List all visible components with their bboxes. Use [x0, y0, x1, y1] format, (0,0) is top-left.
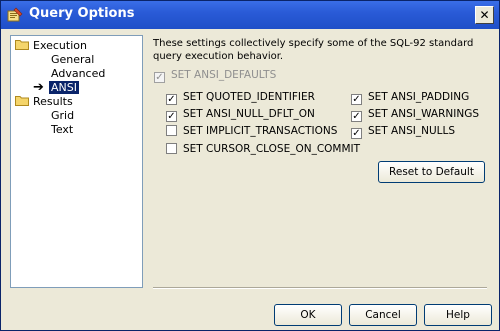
tree-node-text[interactable]: Text [51, 123, 73, 137]
cancel-button[interactable]: Cancel [349, 304, 417, 326]
checkbox-label: SET ANSI_DEFAULTS [171, 69, 277, 81]
reset-to-default-button[interactable]: Reset to Default [378, 161, 485, 183]
checkbox-ansi-padding[interactable]: ✓ SET ANSI_PADDING [351, 91, 469, 105]
checkbox-ansi-defaults[interactable]: ✓ SET ANSI_DEFAULTS [154, 69, 276, 83]
tree-label-grid: Grid [51, 109, 75, 122]
app-icon [7, 7, 23, 22]
close-icon: ✕ [479, 8, 490, 22]
tree-label-advanced: Advanced [51, 67, 106, 80]
checkbox-implicit-transactions[interactable]: SET IMPLICIT_TRANSACTIONS [166, 125, 337, 139]
window-title: Query Options [29, 6, 135, 21]
folder-icon [15, 96, 29, 106]
checkbox-ansi-warnings[interactable]: ✓ SET ANSI_WARNINGS [351, 108, 479, 122]
folder-icon [15, 40, 29, 50]
tree-label-results: Results [33, 95, 73, 108]
checkbox-label: SET ANSI_NULL_DFLT_ON [183, 108, 315, 120]
help-button[interactable]: Help [424, 304, 492, 326]
tree-node-advanced[interactable]: Advanced [51, 67, 105, 81]
ok-button[interactable]: OK [274, 304, 342, 326]
close-button[interactable]: ✕ [475, 6, 494, 24]
checkbox-ansi-nulls[interactable]: ✓ SET ANSI_NULLS [351, 125, 455, 139]
query-options-dialog: Query Options ✕ Execution General Advanc… [0, 0, 500, 331]
tree-label-general: General [51, 53, 95, 66]
checkbox-box[interactable]: ✓ [166, 111, 177, 122]
selected-arrow-icon: ➔ [33, 80, 44, 95]
tree-node-execution[interactable]: Execution [15, 39, 87, 53]
checkbox-box[interactable]: ✓ [351, 111, 362, 122]
tree-node-grid[interactable]: Grid [51, 109, 74, 123]
tree-node-general[interactable]: General [51, 53, 94, 67]
checkbox-label: SET ANSI_PADDING [368, 91, 470, 103]
divider [153, 287, 487, 289]
checkbox-box[interactable] [166, 143, 177, 154]
checkbox-label: SET ANSI_NULLS [368, 125, 456, 137]
title-bar[interactable]: Query Options ✕ [1, 1, 499, 29]
tree-node-ansi[interactable]: ANSI [49, 81, 79, 95]
checkbox-cursor-close-on-commit[interactable]: SET CURSOR_CLOSE_ON_COMMIT [166, 143, 360, 157]
checkbox-box[interactable]: ✓ [351, 94, 362, 105]
checkbox-label: SET QUOTED_IDENTIFIER [183, 91, 315, 103]
options-tree: Execution General Advanced ➔ ANSI Result… [10, 35, 143, 288]
checkbox-quoted-identifier[interactable]: ✓ SET QUOTED_IDENTIFIER [166, 91, 315, 105]
checkbox-label: SET IMPLICIT_TRANSACTIONS [183, 125, 338, 137]
tree-label-execution: Execution [33, 39, 87, 52]
tree-node-results[interactable]: Results [15, 95, 73, 109]
tree-label-ansi: ANSI [49, 81, 79, 94]
checkbox-box[interactable]: ✓ [154, 72, 165, 83]
checkbox-ansi-null-dflt-on[interactable]: ✓ SET ANSI_NULL_DFLT_ON [166, 108, 315, 122]
checkbox-box[interactable]: ✓ [166, 94, 177, 105]
checkbox-box[interactable] [166, 125, 177, 136]
checkbox-label: SET ANSI_WARNINGS [368, 108, 479, 120]
checkbox-label: SET CURSOR_CLOSE_ON_COMMIT [183, 143, 361, 155]
tree-label-text: Text [51, 123, 74, 136]
settings-description: These settings collectively specify some… [153, 38, 474, 62]
checkbox-box[interactable]: ✓ [351, 128, 362, 139]
